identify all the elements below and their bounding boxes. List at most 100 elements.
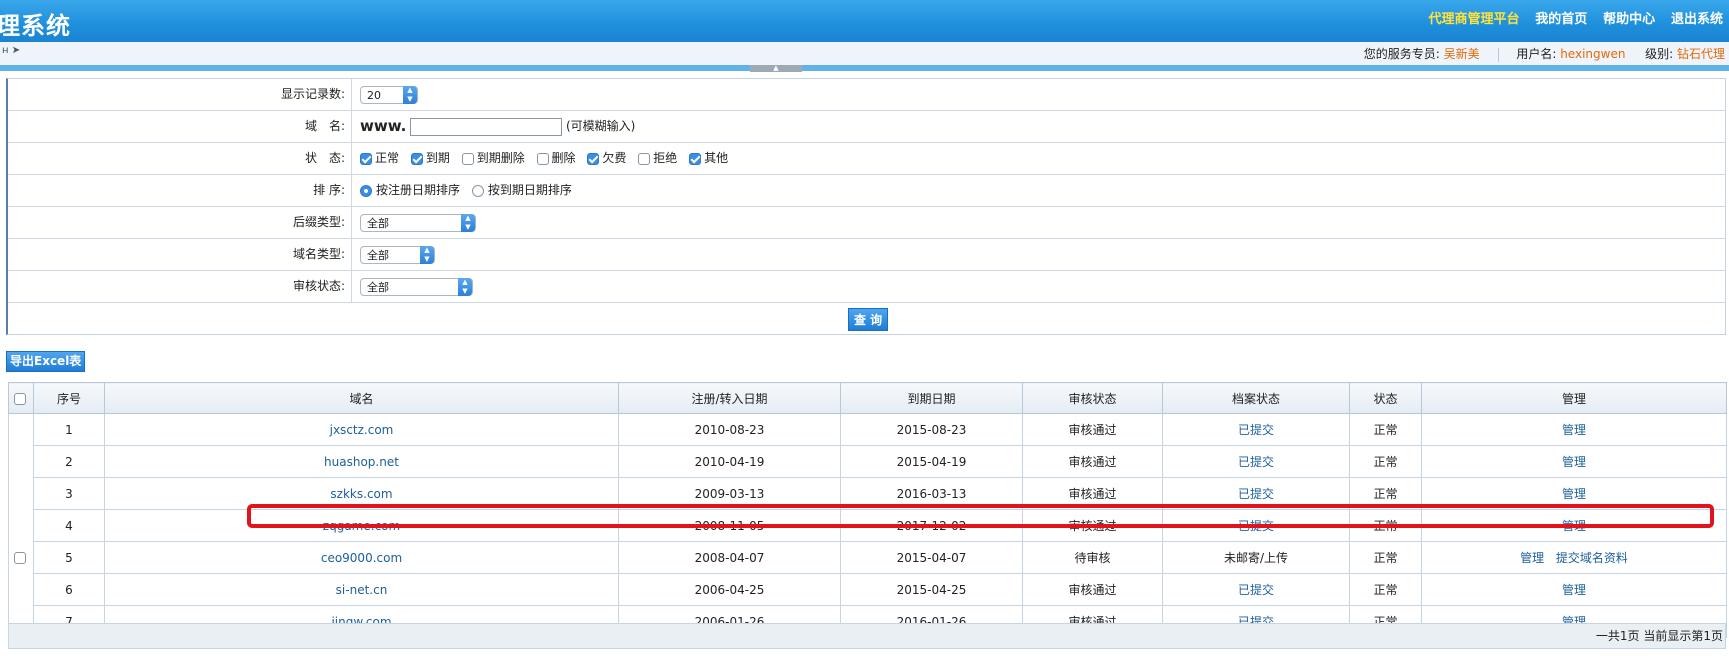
status-expired-delete-label[interactable]: 到期删除 [477,151,525,165]
records-label: 显示记录数: [8,79,352,110]
audit-label: 审核状态: [8,271,352,302]
collapse-toggle-icon[interactable]: ▲ [750,65,802,72]
row-no: 5 [33,541,105,574]
domain-link[interactable]: zqgame.com [323,519,400,533]
status-expired-delete-checkbox[interactable] [461,152,474,165]
domain-status: 正常 [1349,573,1422,606]
archive-status-link[interactable]: 已提交 [1238,519,1274,533]
chevron-updown-icon: ▲ ▼ [458,277,472,296]
status-label: 状 态: [8,143,352,174]
domain-link[interactable]: huashop.net [324,455,399,469]
exp-date: 2016-03-13 [840,477,1023,510]
row-select-cell [8,413,34,446]
nav-home[interactable]: 我的首页 [1535,12,1587,27]
col-reg-date[interactable]: 注册/转入日期 [618,382,841,414]
archive-status-link[interactable]: 已提交 [1238,455,1274,469]
archive-status-link[interactable]: 已提交 [1238,423,1274,437]
status-rejected-checkbox[interactable] [638,152,651,165]
status-normal-checkbox[interactable] [360,152,372,165]
audit-select-value: 全部 [367,280,389,294]
archive-status-link[interactable]: 已提交 [1238,487,1274,501]
status-rejected-label[interactable]: 拒绝 [653,151,677,165]
domain-status: 正常 [1349,413,1422,446]
manage-link[interactable]: 管理 [1562,583,1586,597]
top-nav: 代理商管理平台 我的首页 帮助中心 退出系统 [1416,8,1723,27]
domain-label: 域 名: [8,111,352,142]
domain-input[interactable] [410,117,563,136]
col-audit[interactable]: 审核状态 [1022,382,1163,414]
row-no: 6 [33,573,105,606]
reg-date: 2009-03-13 [618,477,841,510]
col-exp-date[interactable]: 到期日期 [840,382,1023,414]
domain-link[interactable]: si-net.cn [336,583,388,597]
level-value: 钻石代理 [1676,47,1725,61]
suffix-label: 后缀类型: [8,207,352,238]
status-deleted-label[interactable]: 删除 [552,151,576,165]
reg-date: 2008-11-05 [618,509,841,542]
query-button[interactable]: 查 询 [848,308,889,331]
sort-by-exp-label[interactable]: 按到期日期排序 [488,183,572,197]
exp-date: 2015-08-23 [840,413,1023,446]
suffix-select[interactable]: 全部 ▲ ▼ [360,213,476,232]
audit-status: 审核通过 [1022,509,1163,542]
audit-status: 审核通过 [1022,573,1163,606]
username: hexingwen [1560,47,1626,61]
chevron-updown-icon: ▲ ▼ [403,85,417,104]
sort-by-reg-radio[interactable] [360,184,372,197]
manage-link[interactable]: 管理 [1562,519,1586,533]
table-row: 3 szkks.com 2009-03-13 2016-03-13 审核通过 已… [8,477,1727,510]
audit-status: 审核通过 [1022,445,1163,478]
row-select-cell [8,509,34,542]
records-select[interactable]: 20 ▲ ▼ [360,85,418,104]
manage-link[interactable]: 管理 [1520,551,1544,565]
username-label: 用户名: [1516,47,1557,61]
info-bar: н ➤ 您的服务专员: 吴新美 用户名: hexingwen 级别: 钻石代理 [0,42,1729,66]
status-arrears-label[interactable]: 欠费 [602,151,626,165]
export-excel-button[interactable]: 导出Excel表 [6,351,86,372]
nav-agent-platform[interactable]: 代理商管理平台 [1428,12,1519,27]
row-checkbox[interactable] [13,552,26,564]
status-other-label[interactable]: 其他 [704,151,728,165]
header-stripe [0,65,1729,71]
col-no[interactable]: 序号 [33,382,105,414]
nav-help[interactable]: 帮助中心 [1603,12,1655,27]
domain-status: 正常 [1349,445,1422,478]
archive-status-link[interactable]: 已提交 [1238,583,1274,597]
col-domain[interactable]: 域名 [104,382,619,414]
status-other-checkbox[interactable] [689,152,702,165]
status-deleted-checkbox[interactable] [536,152,549,165]
status-expired-label[interactable]: 到期 [426,151,450,165]
domain-status: 正常 [1349,509,1422,542]
manage-link[interactable]: 管理 [1562,423,1586,437]
domain-hint: (可模糊输入) [565,119,636,133]
reg-date: 2008-04-07 [618,541,841,574]
sort-by-reg-label[interactable]: 按注册日期排序 [376,183,460,197]
table-row: 5 ceo9000.com 2008-04-07 2015-04-07 待审核 … [8,541,1727,574]
service-label: 您的服务专员: [1363,47,1440,61]
col-manage[interactable]: 管理 [1421,382,1727,414]
col-archive[interactable]: 档案状态 [1162,382,1350,414]
breadcrumb: н ➤ [2,45,21,56]
reg-date: 2010-04-19 [618,445,841,478]
sort-by-exp-radio[interactable] [471,184,484,197]
status-expired-checkbox[interactable] [410,152,423,165]
nav-logout[interactable]: 退出系统 [1671,12,1723,27]
col-status[interactable]: 状态 [1349,382,1422,414]
domaintype-select[interactable]: 全部 ▲ ▼ [360,245,435,264]
archive-status: 未邮寄/上传 [1162,541,1350,574]
audit-select[interactable]: 全部 ▲ ▼ [360,277,473,296]
manage-link[interactable]: 管理 [1562,455,1586,469]
domaintype-select-value: 全部 [367,248,389,262]
domain-link[interactable]: jxsctz.com [330,423,394,437]
table-row: 4 zqgame.com 2008-11-05 2017-12-02 审核通过 … [8,509,1727,542]
manage-link[interactable]: 管理 [1562,487,1586,501]
status-arrears-checkbox[interactable] [587,152,600,165]
status-normal-label[interactable]: 正常 [375,151,399,165]
row-select-cell [8,477,34,510]
table-header-row: 序号 域名 注册/转入日期 到期日期 审核状态 档案状态 状态 管理 [8,382,1727,414]
select-all-checkbox[interactable] [13,392,26,405]
submit-domain-info-link[interactable]: 提交域名资料 [1556,551,1628,565]
domain-link[interactable]: szkks.com [330,487,392,501]
row-no: 1 [33,413,105,446]
domain-link[interactable]: ceo9000.com [321,551,402,565]
